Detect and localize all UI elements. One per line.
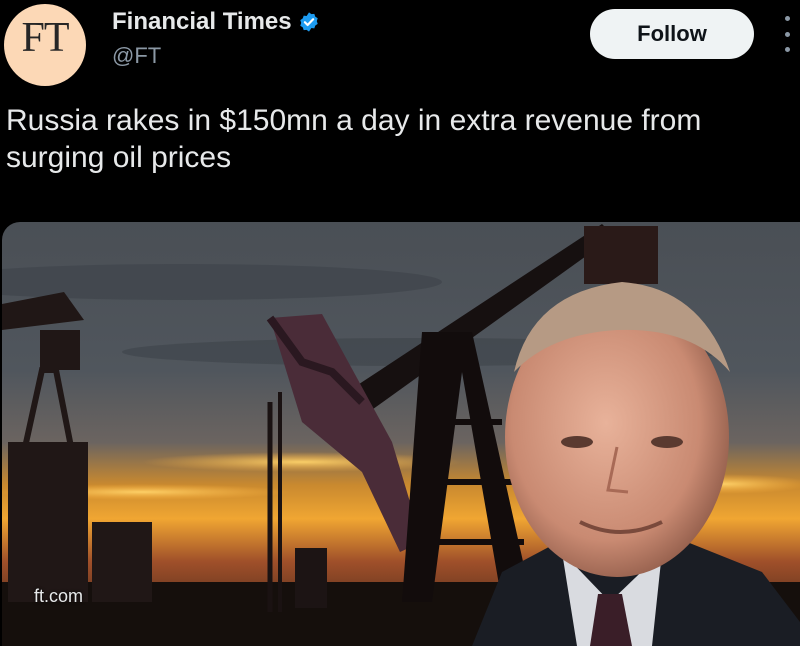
tweet-media[interactable]: ft.com bbox=[2, 222, 800, 646]
media-domain-label: ft.com bbox=[34, 586, 84, 606]
more-options-icon[interactable] bbox=[780, 16, 794, 52]
media-image bbox=[2, 222, 800, 646]
verified-badge-icon bbox=[299, 12, 318, 32]
tweet-header: FT Financial Times @FT Follow bbox=[0, 0, 800, 96]
author-name-row: Financial Times bbox=[112, 8, 320, 36]
author-handle[interactable]: @FT bbox=[112, 43, 161, 69]
tweet-text: Russia rakes in $150mn a day in extra re… bbox=[6, 104, 702, 174]
author-display-name[interactable]: Financial Times bbox=[112, 8, 292, 36]
follow-button[interactable]: Follow bbox=[590, 9, 754, 59]
author-avatar[interactable]: FT bbox=[4, 4, 86, 86]
avatar-logo-text: FT bbox=[21, 15, 69, 61]
